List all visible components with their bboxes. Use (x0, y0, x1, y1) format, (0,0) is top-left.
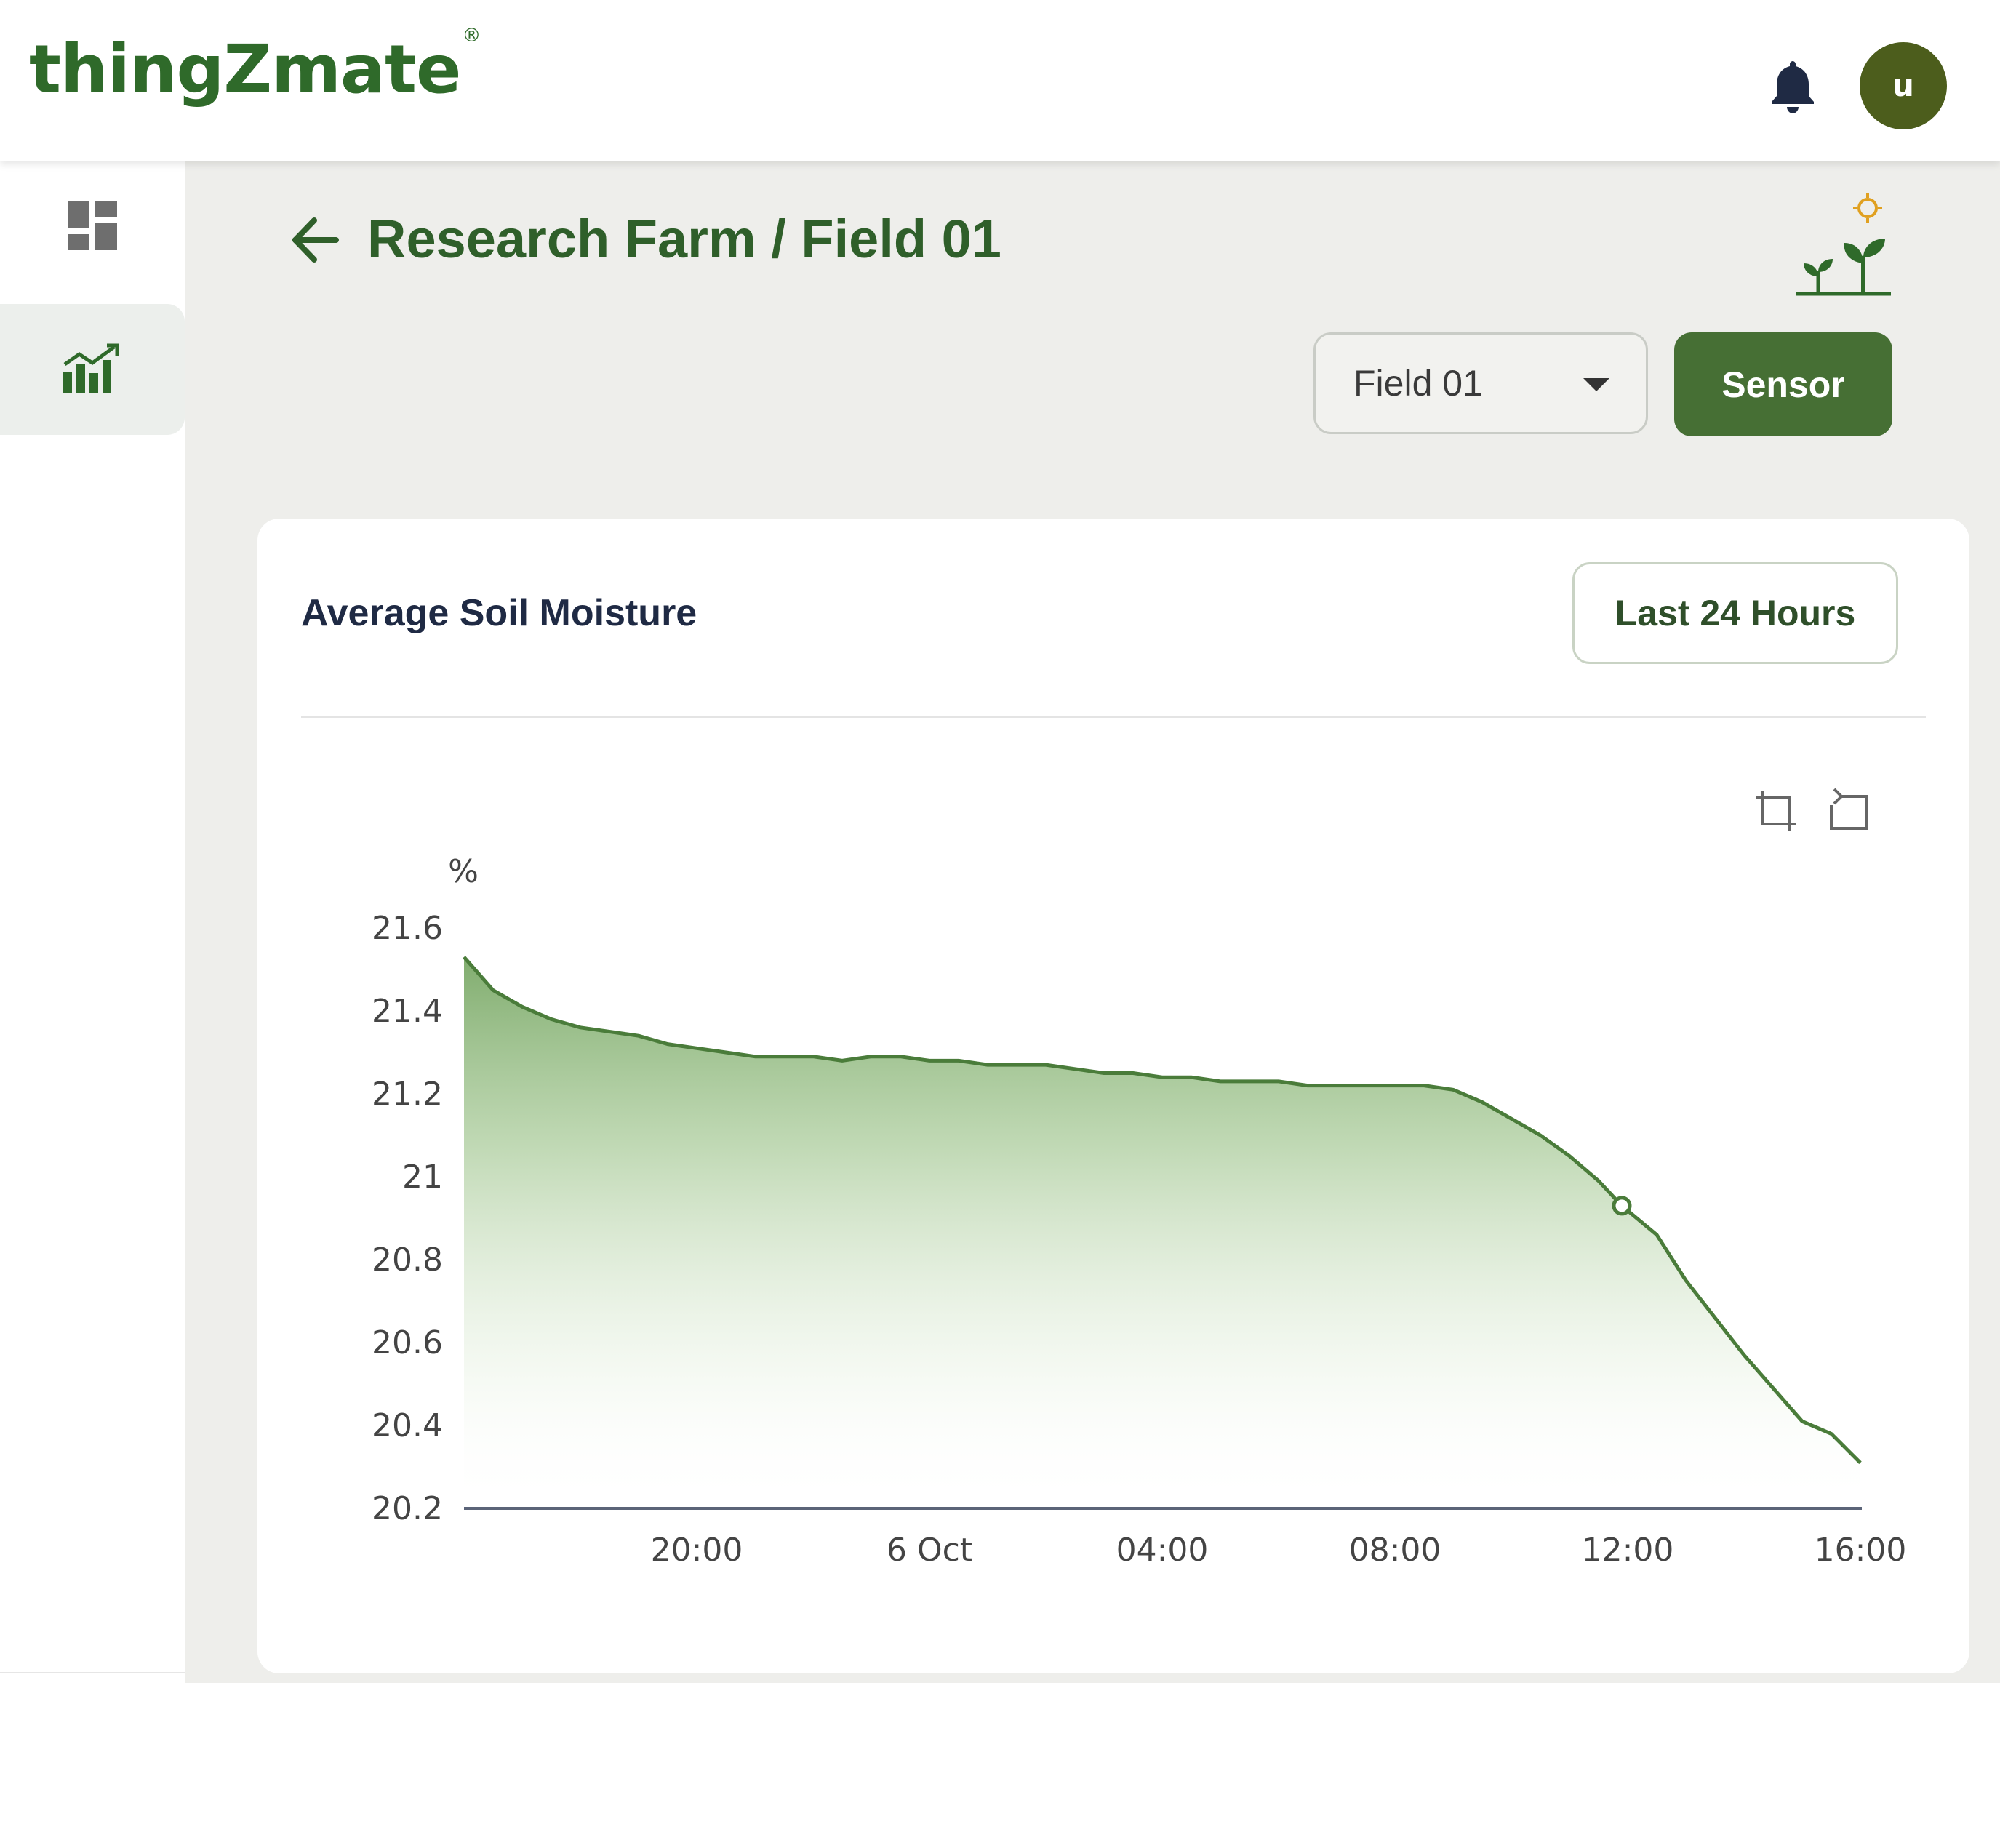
x-tick-label: 12:00 (1582, 1532, 1674, 1569)
sensor-button[interactable]: Sensor (1674, 332, 1892, 436)
field-select[interactable]: Field 01 (1313, 332, 1648, 434)
sidebar-item-dashboard[interactable] (0, 161, 185, 292)
chevron-down-icon (1583, 378, 1609, 391)
sidebar-item-analytics[interactable] (0, 304, 185, 435)
app-logo[interactable]: thingZmate® (29, 25, 481, 108)
chart-area (464, 956, 1860, 1508)
bell-icon[interactable] (1767, 57, 1818, 115)
y-tick-label: 20.8 (372, 1241, 443, 1279)
x-tick-label: 6 Oct (887, 1532, 972, 1569)
y-tick-label: 20.2 (372, 1490, 443, 1527)
arrow-left-icon[interactable] (289, 215, 340, 265)
user-avatar[interactable]: u (1860, 42, 1947, 129)
y-tick-label: 20.4 (372, 1407, 443, 1444)
sprout-icon (1782, 191, 1898, 300)
y-tick-label: 21.6 (372, 910, 443, 947)
x-tick-label: 16:00 (1815, 1532, 1907, 1569)
y-tick-label: 21.2 (372, 1076, 443, 1113)
soil-moisture-chart: % 20.2 20.4 20.6 20.8 21 21.2 21.4 21.6 20:00 6 … (372, 853, 1907, 1569)
y-tick-label: 21.4 (372, 993, 443, 1030)
y-tick-label: 21 (402, 1159, 443, 1196)
sidebar (0, 161, 185, 1673)
field-select-value: Field 01 (1353, 363, 1483, 404)
x-tick-label: 04:00 (1116, 1532, 1209, 1569)
dashboard-grid-icon (68, 200, 117, 254)
y-axis-unit: % (448, 853, 479, 890)
y-tick-label: 20.6 (372, 1324, 443, 1361)
top-bar: thingZmate® u (0, 0, 2000, 161)
page-title: Research Farm / Field 01 (367, 209, 1001, 269)
x-tick-label: 20:00 (651, 1532, 743, 1569)
hover-point[interactable] (1612, 1196, 1632, 1216)
x-tick-label: 08:00 (1349, 1532, 1441, 1569)
soil-moisture-card: Average Soil Moisture Last 24 Hours % 20… (257, 519, 1969, 1673)
analytics-chart-icon (62, 343, 123, 397)
